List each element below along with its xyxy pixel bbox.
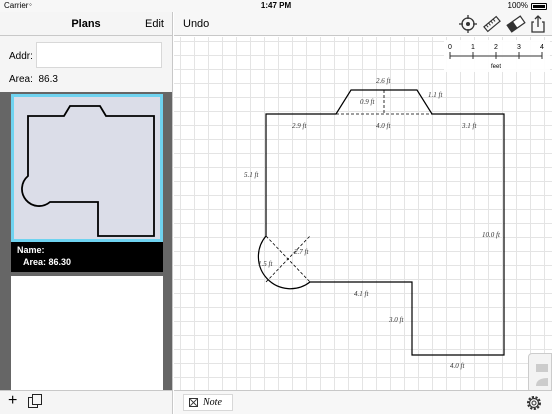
plan-list: Name: Area: 86.30 bbox=[0, 92, 172, 392]
dim-label[interactable]: 5.1 ft bbox=[244, 171, 259, 179]
dim-label[interactable]: 2.7 ft bbox=[294, 248, 309, 256]
duplicate-plan-icon[interactable] bbox=[28, 394, 42, 408]
drawing-canvas[interactable]: 2.6 ft 0.9 ft 1.1 ft 2.9 ft 4.0 ft 3.1 f… bbox=[174, 37, 552, 393]
dim-label[interactable]: 4.1 ft bbox=[354, 290, 369, 298]
editor-toolbar: Note bbox=[174, 390, 552, 414]
side-tool-tab[interactable] bbox=[528, 353, 552, 393]
dim-label[interactable]: 4.0 ft bbox=[376, 122, 391, 130]
battery-percent: 100% bbox=[507, 1, 528, 10]
dim-label[interactable]: 2.9 ft bbox=[292, 122, 307, 130]
dim-label[interactable]: 1.1 ft bbox=[428, 91, 443, 99]
plan-card-empty[interactable] bbox=[11, 276, 163, 392]
floor-plan[interactable]: 2.6 ft 0.9 ft 1.1 ft 2.9 ft 4.0 ft 3.1 f… bbox=[174, 37, 552, 390]
share-icon[interactable] bbox=[528, 14, 548, 34]
dim-label[interactable]: 1.5 ft bbox=[258, 260, 273, 268]
addr-input[interactable] bbox=[36, 42, 162, 68]
scale-tick: 2 bbox=[494, 44, 498, 51]
target-icon[interactable] bbox=[458, 14, 478, 34]
dim-label[interactable]: 3.0 ft bbox=[388, 316, 404, 324]
scale-tick: 3 bbox=[517, 44, 521, 51]
ruler-icon[interactable] bbox=[482, 14, 502, 34]
battery-icon bbox=[531, 3, 547, 10]
status-time: 1:47 PM bbox=[260, 1, 292, 10]
gear-icon[interactable] bbox=[524, 393, 544, 413]
dim-label[interactable]: 0.9 ft bbox=[360, 98, 375, 106]
sidebar-navbar: Plans Edit bbox=[0, 12, 172, 36]
scale-tick: 1 bbox=[471, 44, 475, 51]
area-label: Area: bbox=[9, 74, 33, 85]
undo-button[interactable]: Undo bbox=[183, 18, 209, 30]
addr-row: Addr: bbox=[0, 37, 172, 73]
note-checkbox-icon bbox=[189, 398, 198, 407]
note-button[interactable]: Note bbox=[183, 394, 233, 411]
plan-editor: Undo 2.6 ft 0.9 ft 1.1 ft 2.9 ft 4.0 ft … bbox=[174, 12, 552, 414]
plan-card-selected[interactable]: Name: Area: 86.30 bbox=[11, 94, 163, 272]
area-row: Area: 86.3 bbox=[9, 74, 58, 85]
scale-bar: 0 1 2 3 4 feet bbox=[444, 40, 550, 72]
scale-tick: 0 bbox=[448, 44, 452, 51]
plan-thumbnail-shape bbox=[21, 105, 155, 237]
sidebar-toolbar: + bbox=[0, 390, 172, 414]
scale-unit: feet bbox=[491, 64, 501, 70]
note-label: Note bbox=[203, 397, 222, 408]
editor-navbar: Undo bbox=[174, 12, 552, 36]
plan-area: Area: 86.30 bbox=[23, 257, 72, 267]
add-plan-icon[interactable]: + bbox=[8, 392, 17, 410]
plan-thumbnail bbox=[11, 94, 163, 242]
scale-tick: 4 bbox=[540, 44, 544, 51]
plan-name: Name: bbox=[17, 245, 45, 255]
arc-radius-line bbox=[265, 235, 311, 283]
area-value: 86.3 bbox=[38, 74, 58, 85]
edit-button[interactable]: Edit bbox=[145, 18, 164, 30]
status-bar: Carrier ◦ 1:47 PM 100% bbox=[0, 0, 552, 12]
eraser-icon[interactable] bbox=[506, 14, 526, 34]
dim-label[interactable]: 2.6 ft bbox=[376, 77, 391, 85]
dim-label[interactable]: 4.0 ft bbox=[450, 362, 465, 370]
dim-label[interactable]: 3.1 ft bbox=[461, 122, 477, 130]
dim-label[interactable]: 10.0 ft bbox=[482, 231, 501, 239]
plans-sidebar: Plans Edit Addr: Area: 86.3 Name: Area: … bbox=[0, 12, 173, 414]
shape-palette-icon bbox=[536, 364, 548, 386]
addr-label: Addr: bbox=[9, 51, 33, 62]
